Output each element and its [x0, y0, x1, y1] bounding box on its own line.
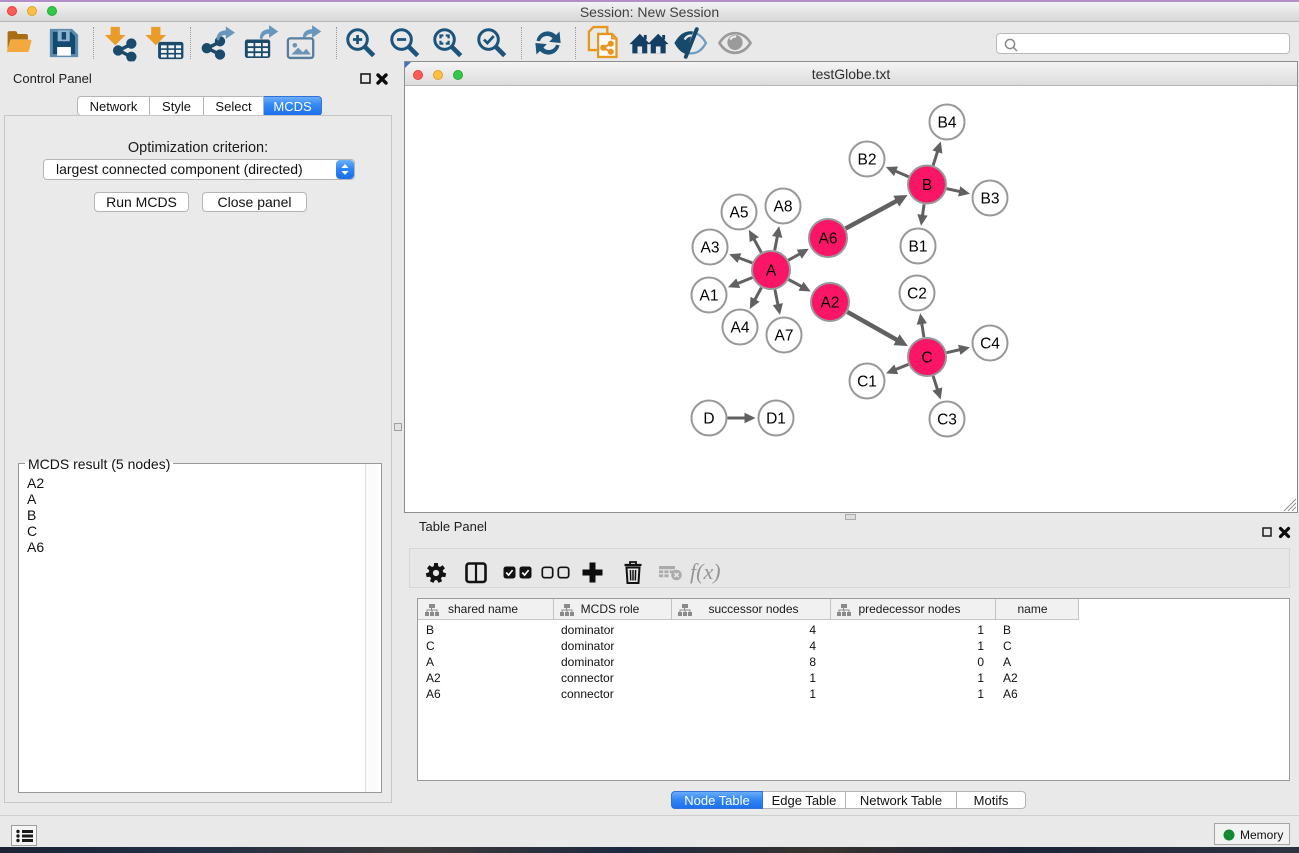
svg-text:A: A [766, 263, 777, 280]
svg-text:A1: A1 [700, 288, 719, 305]
svg-text:B1: B1 [909, 239, 928, 256]
svg-text:B2: B2 [858, 152, 877, 169]
svg-text:A2: A2 [821, 295, 840, 312]
svg-text:A3: A3 [701, 240, 720, 257]
svg-text:B: B [922, 177, 932, 194]
svg-text:D: D [703, 411, 714, 428]
svg-text:A5: A5 [730, 205, 749, 222]
svg-text:A6: A6 [819, 231, 838, 248]
svg-text:B4: B4 [938, 115, 957, 132]
svg-text:C4: C4 [980, 336, 1000, 353]
svg-text:C1: C1 [857, 374, 877, 391]
svg-text:C3: C3 [937, 412, 957, 429]
svg-text:B3: B3 [981, 191, 1000, 208]
svg-text:D1: D1 [766, 411, 786, 428]
svg-text:A7: A7 [775, 328, 794, 345]
svg-text:C2: C2 [907, 286, 927, 303]
svg-text:C: C [921, 350, 932, 367]
svg-text:A4: A4 [731, 320, 750, 337]
svg-text:A8: A8 [774, 199, 793, 216]
